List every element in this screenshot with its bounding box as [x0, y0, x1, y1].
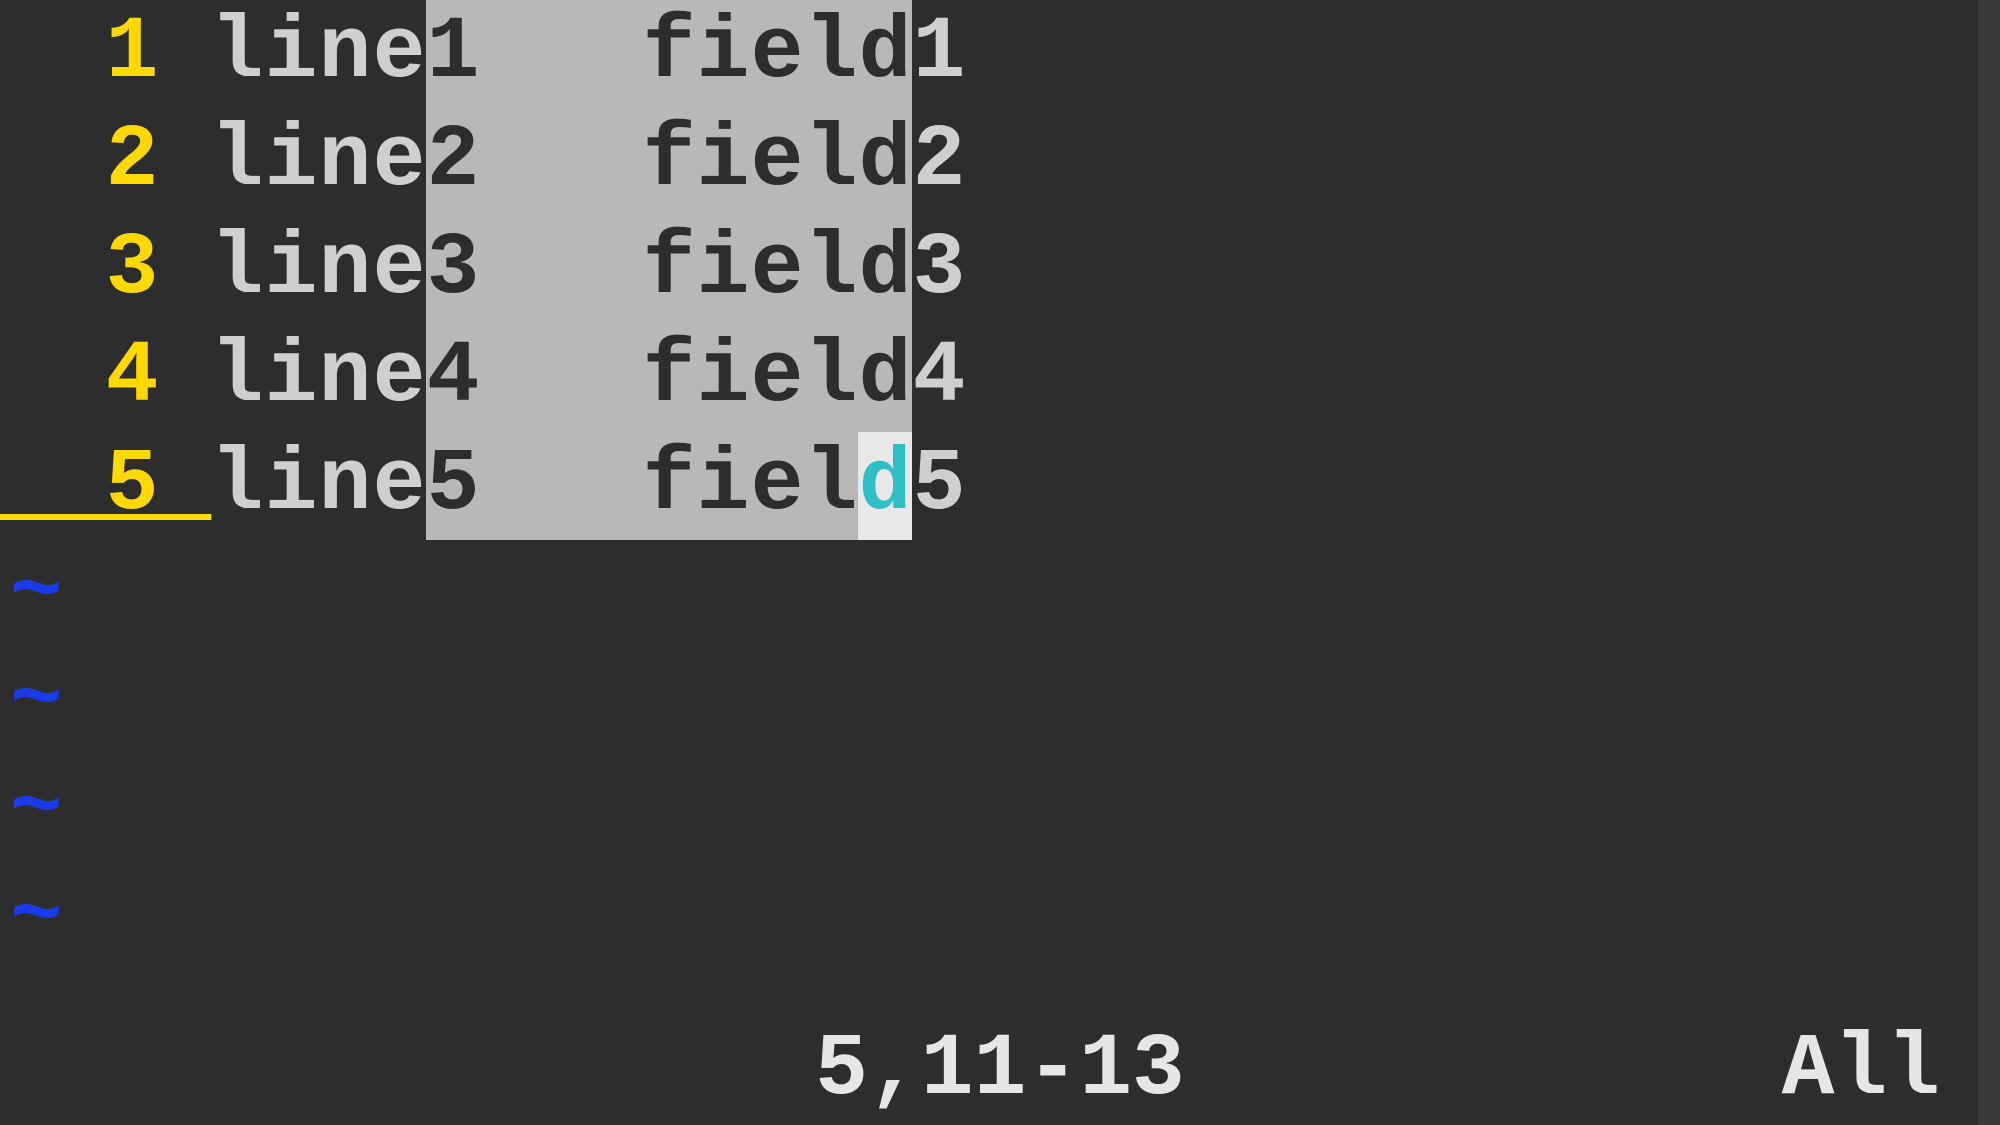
line-content[interactable]: line5 field5 [210, 432, 966, 540]
text-buffer[interactable]: 1 line1 field1 2 line2 field2 3 line3 fi… [0, 0, 2000, 540]
text-line[interactable]: 3 line3 field3 [0, 216, 2000, 324]
empty-line-tilde: ~ [0, 540, 2000, 648]
text-line[interactable]: 1 line1 field1 [0, 0, 2000, 108]
scroll-indicator: All [1782, 1017, 2000, 1125]
empty-line-tilde: ~ [0, 648, 2000, 756]
line-content[interactable]: line4 field4 [210, 324, 966, 432]
status-bar: -- VISUAL5x9 5,11-13 All [0, 1017, 2000, 1125]
text-line[interactable]: 5 line5 field5 [0, 432, 2000, 540]
line-number: 3 [0, 216, 210, 324]
scrollbar[interactable] [1978, 0, 2000, 1125]
line-number: 4 [0, 324, 210, 432]
cursor-position: 5,11-13 [815, 1017, 1185, 1125]
line-content[interactable]: line1 field1 [210, 0, 966, 108]
empty-line-tilde: ~ [0, 864, 2000, 972]
line-number: 2 [0, 108, 210, 216]
text-line[interactable]: 2 line2 field2 [0, 108, 2000, 216]
empty-lines: ~~~~ [0, 540, 2000, 972]
line-content[interactable]: line3 field3 [210, 216, 966, 324]
line-content[interactable]: line2 field2 [210, 108, 966, 216]
vim-editor[interactable]: 1 line1 field1 2 line2 field2 3 line3 fi… [0, 0, 2000, 1125]
empty-line-tilde: ~ [0, 756, 2000, 864]
line-number: 1 [0, 0, 210, 108]
line-number: 5 [0, 432, 210, 540]
text-line[interactable]: 4 line4 field4 [0, 324, 2000, 432]
